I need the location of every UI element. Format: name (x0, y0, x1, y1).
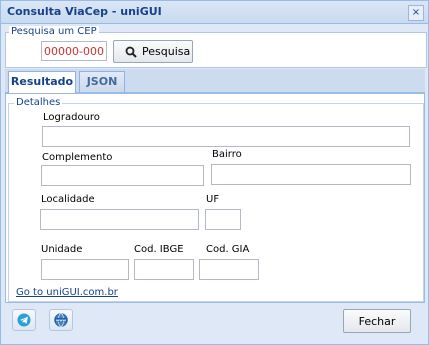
search-icon (125, 46, 137, 58)
unidade-label: Unidade (41, 244, 83, 255)
complemento-label: Complemento (42, 152, 113, 163)
close-button[interactable]: Fechar (343, 309, 411, 333)
tab-resultado[interactable]: Resultado (8, 71, 76, 93)
localidade-field[interactable] (40, 209, 199, 230)
close-icon[interactable]: × (408, 5, 424, 21)
gia-field[interactable] (199, 259, 259, 280)
unidade-field[interactable] (41, 259, 129, 280)
logradouro-label: Logradouro (43, 112, 100, 123)
window-titlebar[interactable]: Consulta ViaCep - uniGUI × (1, 1, 428, 24)
uf-label: UF (206, 194, 220, 205)
tab-json[interactable]: JSON (79, 71, 125, 92)
uf-field[interactable] (205, 209, 241, 230)
complemento-field[interactable] (41, 165, 204, 186)
logradouro-field[interactable] (42, 126, 410, 147)
gia-label: Cod. GIA (206, 244, 250, 255)
www-button[interactable]: www (49, 309, 73, 331)
unigui-link[interactable]: Go to uniGUI.com.br (16, 287, 118, 298)
search-legend: Pesquisa um CEP (9, 26, 99, 37)
details-legend: Detalhes (14, 97, 63, 108)
telegram-button[interactable] (12, 309, 36, 331)
bairro-label: Bairro (212, 149, 242, 160)
tab-strip: Resultado JSON (5, 69, 425, 93)
svg-text:www: www (56, 318, 67, 322)
telegram-icon (17, 313, 31, 327)
ibge-label: Cod. IBGE (134, 244, 184, 255)
localidade-label: Localidade (41, 194, 95, 205)
close-button-label: Fechar (358, 315, 396, 328)
search-button-label: Pesquisa (142, 45, 191, 58)
globe-www-icon: www (54, 313, 68, 327)
cep-input[interactable]: 00000-000 (41, 41, 107, 61)
search-button[interactable]: Pesquisa (113, 40, 193, 63)
bairro-field[interactable] (211, 164, 411, 185)
viacep-window: Consulta ViaCep - uniGUI × Pesquisa um C… (0, 0, 429, 345)
window-title: Consulta ViaCep - uniGUI (7, 5, 162, 18)
ibge-field[interactable] (134, 259, 194, 280)
